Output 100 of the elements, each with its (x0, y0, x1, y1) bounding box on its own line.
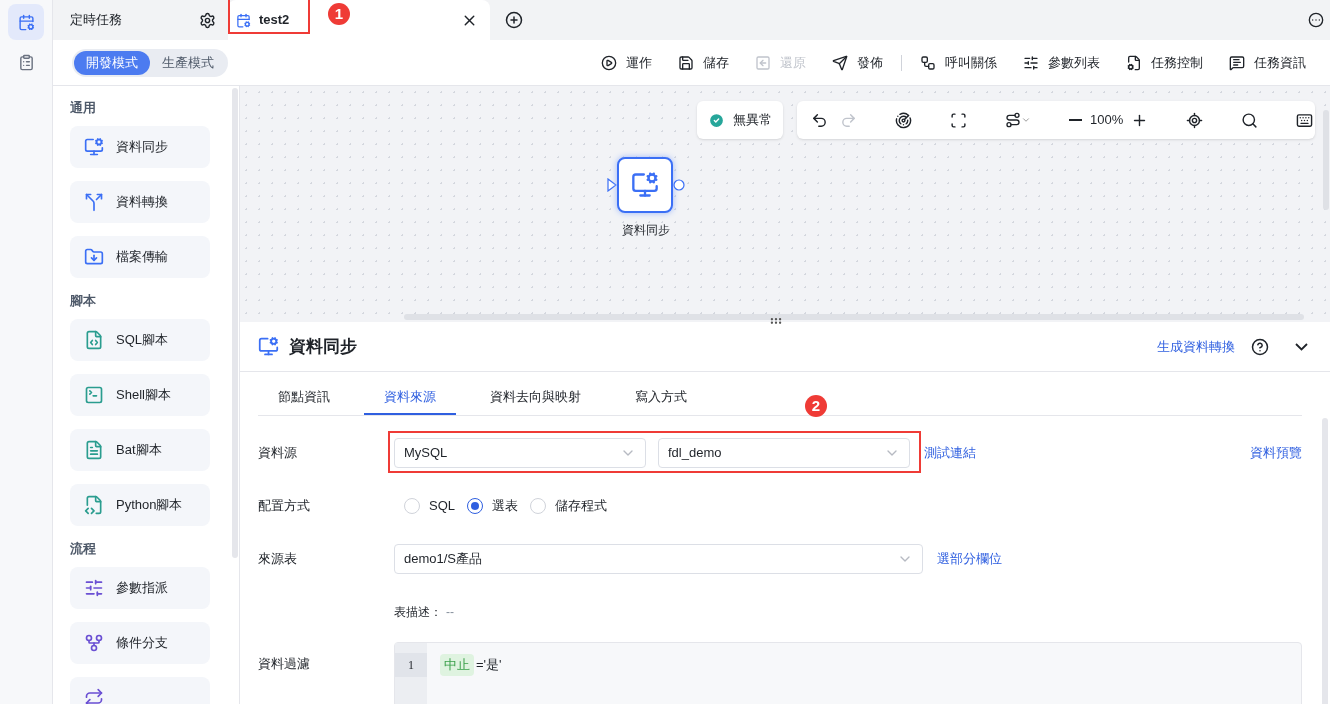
document-tab[interactable]: 定時任務 (53, 0, 228, 40)
code-file-icon (84, 495, 104, 515)
terminal-icon (84, 385, 104, 405)
monitor-icon (258, 336, 279, 357)
field-label: 資料源 (258, 444, 298, 463)
preview-link[interactable]: 資料預覽 (1250, 443, 1302, 463)
select-columns-link[interactable]: 選部分欄位 (937, 549, 1002, 569)
route-icon (1005, 112, 1021, 128)
mode-tab[interactable]: 開發模式 (74, 50, 150, 75)
toolbar-button[interactable]: 參數列表 (1023, 52, 1100, 73)
settings-icon (199, 11, 216, 29)
field-label: 資料過濾 (258, 655, 311, 673)
undo-icon (811, 111, 828, 129)
palette-item[interactable]: 檔案傳輸 (70, 236, 210, 278)
code-editor[interactable]: 1 中止 ='是' (394, 642, 1302, 704)
select-field[interactable]: demo1/S產品 (394, 544, 923, 574)
flow-icon (920, 54, 936, 71)
help-icon (1251, 337, 1269, 356)
sliders-icon (1023, 54, 1039, 71)
paper-plane-icon (832, 54, 848, 71)
field-label: 來源表 (258, 550, 298, 569)
mode-tab[interactable]: 生產模式 (150, 50, 226, 75)
restore-icon (755, 54, 771, 71)
toolbar-button[interactable]: 運作 (601, 52, 652, 73)
node-label: 資料同步 (622, 222, 670, 239)
task-icon (236, 12, 251, 28)
generate-link[interactable]: 生成資料轉換 (1157, 336, 1235, 357)
document-tab[interactable]: test2 1 (228, 0, 490, 40)
field-token: 中止 (440, 654, 474, 676)
field-label: 配置方式 (258, 497, 311, 516)
status-badge: 無異常 (697, 101, 783, 139)
folder-icon (84, 247, 104, 267)
file-gear-icon (1126, 54, 1142, 71)
panel-tab[interactable]: 寫入方式 (615, 381, 707, 415)
palette-item[interactable]: 條件分支 (70, 622, 210, 664)
clipboard-icon (17, 53, 35, 71)
line-number: 1 (395, 653, 427, 677)
panel-tab[interactable]: 資料去向與映射 (470, 381, 601, 415)
palette-item[interactable]: Python腳本 (70, 484, 210, 526)
repeat-icon (84, 688, 104, 704)
check-icon (708, 111, 725, 129)
palette-item[interactable]: 資料轉換 (70, 181, 210, 223)
monitor-icon (631, 171, 659, 199)
text-file-icon (84, 440, 104, 460)
toolbar-button[interactable]: 呼叫關係 (920, 52, 997, 73)
locate-icon (1186, 111, 1204, 129)
palette-item[interactable]: 參數指派 (70, 567, 210, 609)
flow-node[interactable] (617, 157, 673, 213)
rail-button[interactable] (8, 4, 44, 40)
panel-tab[interactable]: 資料來源 (364, 381, 456, 415)
code-text: ='是' (476, 656, 502, 675)
scrollbar[interactable] (404, 314, 1304, 320)
group-title: 流程 (70, 540, 97, 558)
panel-tab[interactable]: 節點資訊 (258, 381, 350, 415)
redo-icon (840, 111, 857, 129)
sliders-icon (84, 578, 104, 598)
toolbar-button[interactable]: 儲存 (678, 52, 729, 73)
palette-item[interactable]: Bat腳本 (70, 429, 210, 471)
collapse-icon (1295, 342, 1308, 351)
tab-title: 定時任務 (70, 11, 122, 30)
keyboard-icon (1296, 111, 1314, 129)
annotation-marker: 1 (328, 3, 350, 26)
group-title: 通用 (70, 99, 97, 117)
tab-title: test2 (259, 11, 290, 30)
save-icon (678, 54, 694, 71)
output-port-icon (673, 179, 685, 191)
more-icon (1308, 12, 1324, 28)
palette-item[interactable]: SQL腳本 (70, 319, 210, 361)
add-tab-icon (505, 11, 523, 29)
toolbar-button[interactable]: 任務資訊 (1229, 52, 1306, 73)
panel-title: 資料同步 (289, 335, 357, 358)
split-arrows-icon (84, 192, 104, 212)
select-field[interactable]: fdl_demo (658, 438, 910, 468)
caret-icon (1021, 115, 1031, 125)
scrollbar[interactable] (1323, 110, 1329, 210)
fit-view-icon (950, 111, 967, 129)
toolbar-button[interactable]: 發佈 (832, 52, 883, 73)
toolbar-button[interactable]: 任務控制 (1126, 52, 1203, 73)
palette-item[interactable]: 資料同步 (70, 126, 210, 168)
test-connection-link[interactable]: 測試連結 (924, 443, 976, 463)
play-circle-icon (601, 54, 617, 71)
scrollbar[interactable] (232, 88, 238, 558)
annotation-marker: 2 (805, 395, 827, 417)
calendar-icon (17, 13, 35, 31)
monitor-icon (84, 137, 104, 157)
radar-icon (895, 111, 912, 129)
description-label: 表描述： (394, 604, 442, 621)
scrollbar[interactable] (1322, 418, 1328, 704)
radio-option[interactable]: 儲存程式 (530, 496, 607, 516)
group-title: 腳本 (70, 292, 97, 310)
select-field[interactable]: MySQL (394, 438, 646, 468)
code-file-icon (84, 330, 104, 350)
radio-option[interactable]: 選表 (467, 496, 518, 516)
radio-option[interactable]: SQL (404, 496, 455, 516)
fork-icon (84, 633, 104, 653)
palette-item[interactable]: Shell腳本 (70, 374, 210, 416)
message-icon (1229, 54, 1245, 71)
search-icon (1241, 111, 1259, 129)
zoom-level: 100% (1090, 111, 1124, 130)
description-value: -- (446, 604, 454, 621)
